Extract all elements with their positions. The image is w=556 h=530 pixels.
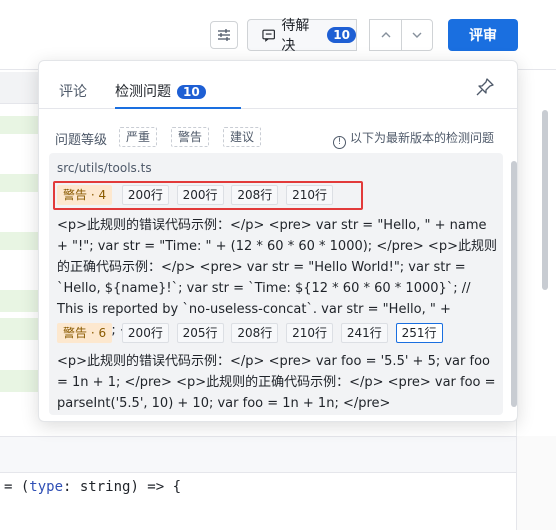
code-view-header xyxy=(0,437,516,473)
filter-settings-button[interactable] xyxy=(210,21,238,49)
pending-issues-button[interactable]: 待解决 10 xyxy=(247,18,357,54)
line-link[interactable]: 241行 xyxy=(340,323,388,343)
code-review-screen: 待解决 10 评审 = (type: string) => { 评论 检测问题 … xyxy=(0,0,556,530)
sliders-icon xyxy=(218,29,230,41)
added-line-marker xyxy=(0,116,40,134)
severity-chip-critical[interactable]: 严重 xyxy=(119,127,158,147)
tab-comments[interactable]: 评论 xyxy=(59,81,87,101)
pin-button[interactable] xyxy=(475,77,495,97)
comment-icon xyxy=(262,29,275,42)
pending-label: 待解决 xyxy=(281,18,310,54)
line-link-active[interactable]: 251行 xyxy=(395,323,443,343)
pin-icon xyxy=(476,78,494,96)
line-link[interactable]: 210行 xyxy=(286,323,334,343)
review-button[interactable]: 评审 xyxy=(448,19,518,51)
pending-count-badge: 10 xyxy=(327,27,356,43)
added-line-marker xyxy=(0,232,40,250)
right-gutter xyxy=(516,72,556,436)
divider xyxy=(0,103,40,104)
active-tab-indicator xyxy=(115,107,241,109)
tab-detected-issues-label: 检测问题 xyxy=(115,84,171,100)
severity-badge: 警告 · 6 xyxy=(57,323,113,343)
line-link[interactable]: 200行 xyxy=(121,323,169,343)
added-line-marker xyxy=(0,370,40,392)
code-view: = (type: string) => { xyxy=(0,436,516,530)
issues-list: src/utils/tools.ts 警告 · 4 200行 200行 208行… xyxy=(49,153,503,415)
chevron-up-icon xyxy=(381,32,390,38)
severity-filter-label: 问题等级 xyxy=(55,133,108,148)
right-sidebar xyxy=(516,436,556,530)
code-prefix: = ( xyxy=(4,479,30,495)
next-issue-button[interactable] xyxy=(401,19,433,51)
severity-chip-suggestion[interactable]: 建议 xyxy=(223,127,262,147)
popover-tabs: 评论 检测问题 10 xyxy=(39,61,517,109)
added-line-marker xyxy=(0,290,40,312)
file-header-strip xyxy=(0,72,40,104)
popover-scrollbar[interactable] xyxy=(511,161,517,407)
severity-chip-warning[interactable]: 警告 xyxy=(171,127,210,147)
latest-version-note: ! 以下为最新版本的检测问题 xyxy=(333,129,494,149)
line-link[interactable]: 205行 xyxy=(176,323,224,343)
code-line: = (type: string) => { xyxy=(4,479,181,495)
code-suffix: : string) => { xyxy=(63,479,182,495)
code-param: type xyxy=(29,479,64,495)
file-path[interactable]: src/utils/tools.ts xyxy=(57,161,152,175)
issue-tags: 警告 · 6 200行 205行 208行 210行 241行 251行 xyxy=(57,323,447,343)
chevron-down-icon xyxy=(412,32,422,38)
issues-popover: 评论 检测问题 10 问题等级 严重 警告 建议 ! 以下为最新版本的检测问题 sr… xyxy=(38,60,518,422)
line-link[interactable]: 208行 xyxy=(231,323,279,343)
info-icon: ! xyxy=(333,136,346,149)
highlight-annotation xyxy=(53,181,363,210)
previous-issue-button[interactable] xyxy=(369,19,401,51)
tab-detected-issues[interactable]: 检测问题 10 xyxy=(115,81,206,101)
latest-version-text: 以下为最新版本的检测问题 xyxy=(350,131,495,145)
issue-description: <p>此规则的错误代码示例：</p> <pre> var foo = '5.5'… xyxy=(57,354,496,411)
severity-filter: 问题等级 严重 警告 建议 ! 以下为最新版本的检测问题 xyxy=(55,127,505,149)
issues-count-badge: 10 xyxy=(177,85,206,99)
page-scrollbar[interactable] xyxy=(542,110,548,290)
added-line-marker xyxy=(0,174,40,192)
added-line-marker xyxy=(0,318,40,340)
